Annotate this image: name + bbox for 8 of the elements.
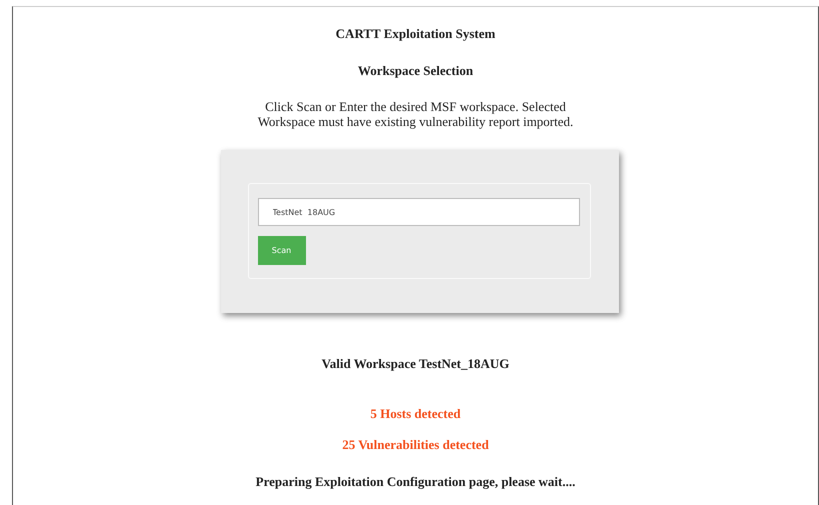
status-message: 25 Vulnerabilities detected	[342, 437, 489, 453]
page-title: CARTT Exploitation System	[336, 26, 496, 42]
workspace-input-field[interactable]: TestNet 18AUG	[258, 198, 580, 226]
status-message: Valid Workspace TestNet_18AUG	[322, 356, 510, 372]
instructions-text: Click Scan or Enter the desired MSF workspace. Selected Workspace must have existing vulnerability report imported.	[258, 99, 574, 129]
status-message: Preparing Exploitation Configuration page, please wait....	[256, 474, 576, 490]
status-message: 5 Hosts detected	[370, 406, 461, 422]
section-title: Workspace Selection	[358, 63, 474, 79]
